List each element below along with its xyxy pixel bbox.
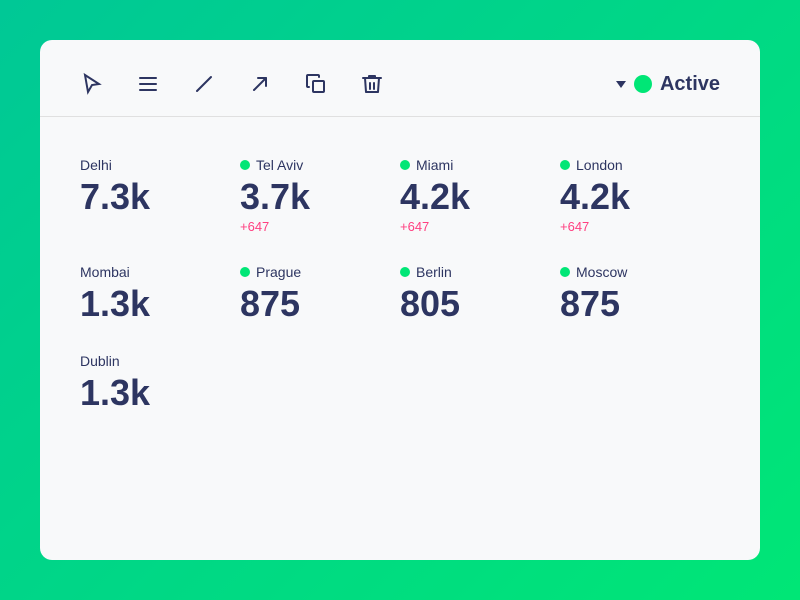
city-value: 1.3k xyxy=(80,284,240,324)
city-value: 3.7k xyxy=(240,177,400,217)
city-dot-icon xyxy=(240,267,250,277)
main-card: Active Delhi7.3kTel Aviv3.7k+647Miami4.2… xyxy=(40,40,760,560)
arrow-icon[interactable] xyxy=(248,72,272,96)
city-name: Berlin xyxy=(416,264,452,280)
city-item: London 4.2k +647 xyxy=(560,147,720,254)
cursor-icon[interactable] xyxy=(80,72,104,96)
city-name: Miami xyxy=(416,157,453,173)
toolbar: Active xyxy=(40,40,760,117)
dropdown-arrow-icon xyxy=(616,81,626,88)
city-dot-icon xyxy=(240,160,250,170)
city-name: London xyxy=(576,157,623,173)
city-item: Moscow 875 xyxy=(560,254,720,344)
cities-grid: Delhi7.3kTel Aviv3.7k+647Miami4.2k+647Lo… xyxy=(40,117,760,463)
list-icon[interactable] xyxy=(136,72,160,96)
city-value: 1.3k xyxy=(80,373,240,413)
city-name: Prague xyxy=(256,264,301,280)
city-value: 875 xyxy=(240,284,400,324)
city-item: Delhi 7.3k xyxy=(80,147,240,254)
active-status[interactable]: Active xyxy=(616,73,720,96)
city-item: Mombai 1.3k xyxy=(80,254,240,344)
city-name: Dublin xyxy=(80,353,120,369)
city-value: 875 xyxy=(560,284,720,324)
city-name: Tel Aviv xyxy=(256,157,303,173)
active-label: Active xyxy=(660,73,720,96)
city-dot-icon xyxy=(400,267,410,277)
city-dot-icon xyxy=(400,160,410,170)
city-value: 805 xyxy=(400,284,560,324)
city-item: Tel Aviv 3.7k +647 xyxy=(240,147,400,254)
city-name: Delhi xyxy=(80,157,112,173)
city-name: Moscow xyxy=(576,264,627,280)
city-item: Berlin 805 xyxy=(400,254,560,344)
city-dot-icon xyxy=(560,267,570,277)
city-value: 7.3k xyxy=(80,177,240,217)
city-item: Prague 875 xyxy=(240,254,400,344)
city-value: 4.2k xyxy=(400,177,560,217)
trash-icon[interactable] xyxy=(360,72,384,96)
city-name: Mombai xyxy=(80,264,130,280)
active-dot-icon xyxy=(634,75,652,93)
pen-icon[interactable] xyxy=(192,72,216,96)
city-delta: +647 xyxy=(240,219,400,234)
city-dot-icon xyxy=(560,160,570,170)
city-delta: +647 xyxy=(400,219,560,234)
city-item: Dublin 1.3k xyxy=(80,343,240,433)
copy-icon[interactable] xyxy=(304,72,328,96)
city-delta: +647 xyxy=(560,219,720,234)
city-value: 4.2k xyxy=(560,177,720,217)
city-item: Miami 4.2k +647 xyxy=(400,147,560,254)
